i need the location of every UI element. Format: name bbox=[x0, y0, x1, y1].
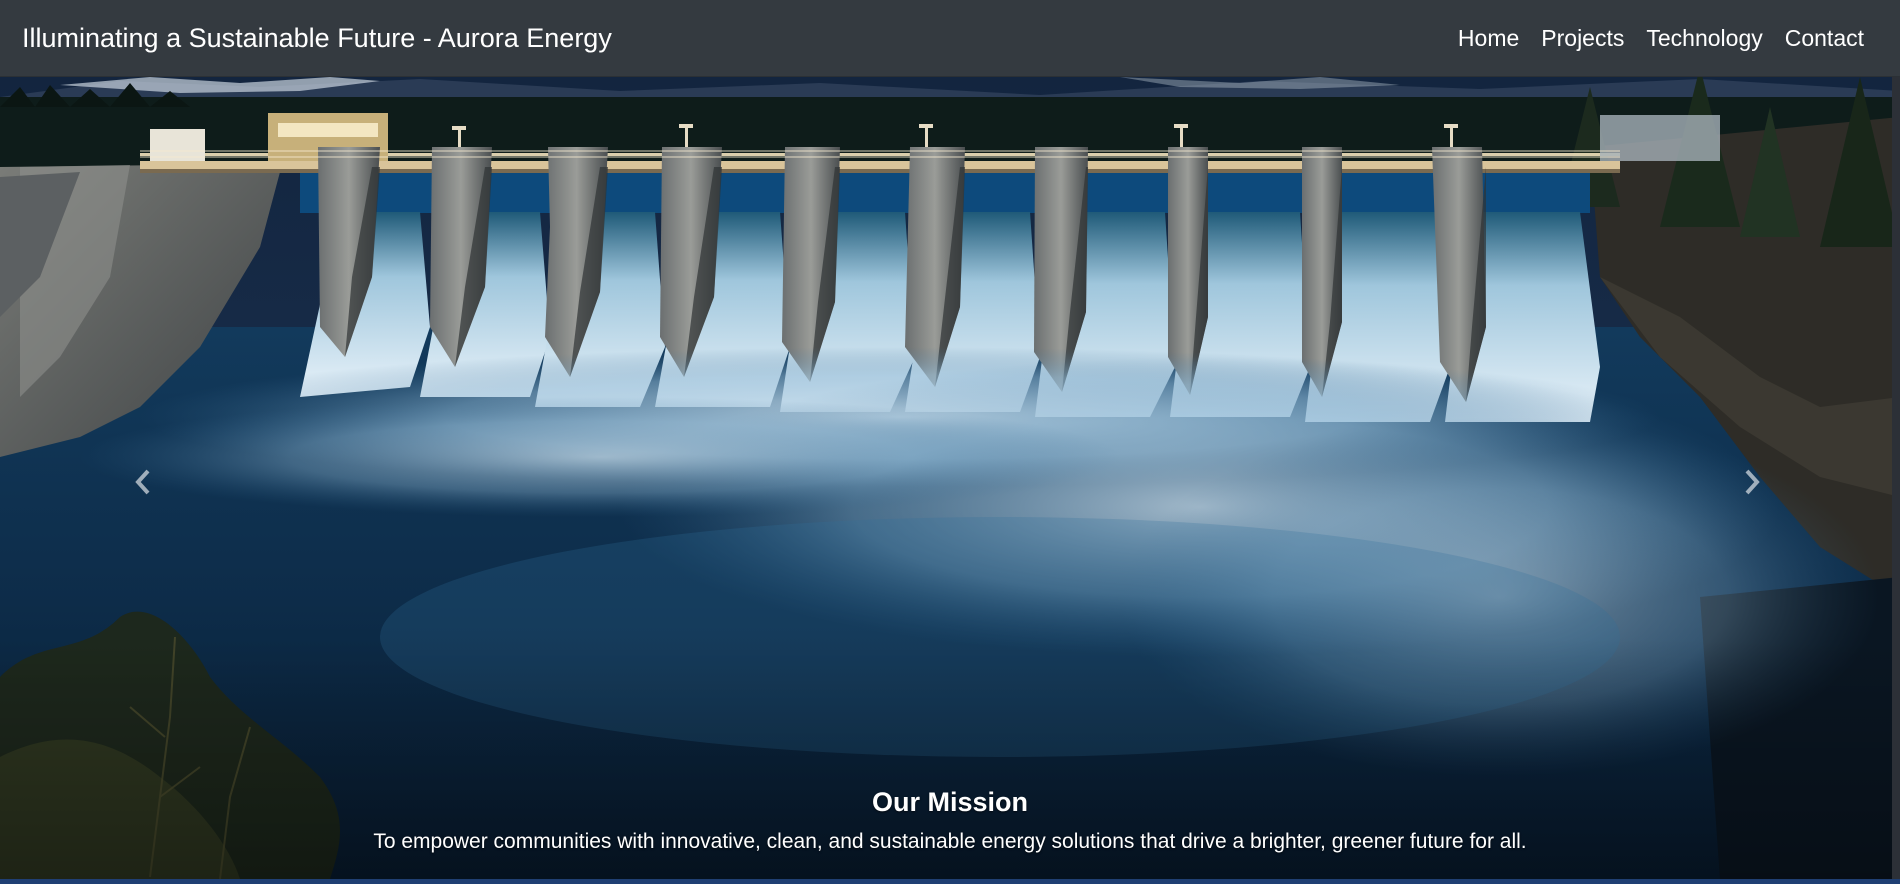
top-navbar: Illuminating a Sustainable Future - Auro… bbox=[0, 0, 1900, 77]
hero-carousel bbox=[0, 77, 1900, 879]
nav-link-projects[interactable]: Projects bbox=[1541, 25, 1624, 52]
bottom-accent-bar bbox=[0, 879, 1900, 884]
page: Illuminating a Sustainable Future - Auro… bbox=[0, 0, 1900, 884]
dam-image bbox=[0, 77, 1900, 879]
scrollbar-track bbox=[1892, 77, 1900, 879]
nav-link-technology[interactable]: Technology bbox=[1646, 25, 1762, 52]
caption-text: To empower communities with innovative, … bbox=[373, 830, 1527, 853]
nav-links: Home Projects Technology Contact bbox=[1458, 25, 1864, 52]
nav-link-contact[interactable]: Contact bbox=[1785, 25, 1864, 52]
nav-link-home[interactable]: Home bbox=[1458, 25, 1519, 52]
carousel-caption: Our Mission To empower communities with … bbox=[0, 785, 1900, 855]
brand-link[interactable]: Illuminating a Sustainable Future - Auro… bbox=[22, 23, 612, 54]
chevron-left-icon bbox=[135, 469, 150, 495]
caption-title: Our Mission bbox=[871, 787, 1028, 817]
chevron-right-icon bbox=[1745, 469, 1760, 495]
carousel-prev-button[interactable] bbox=[128, 467, 158, 497]
carousel-next-button[interactable] bbox=[1737, 467, 1767, 497]
